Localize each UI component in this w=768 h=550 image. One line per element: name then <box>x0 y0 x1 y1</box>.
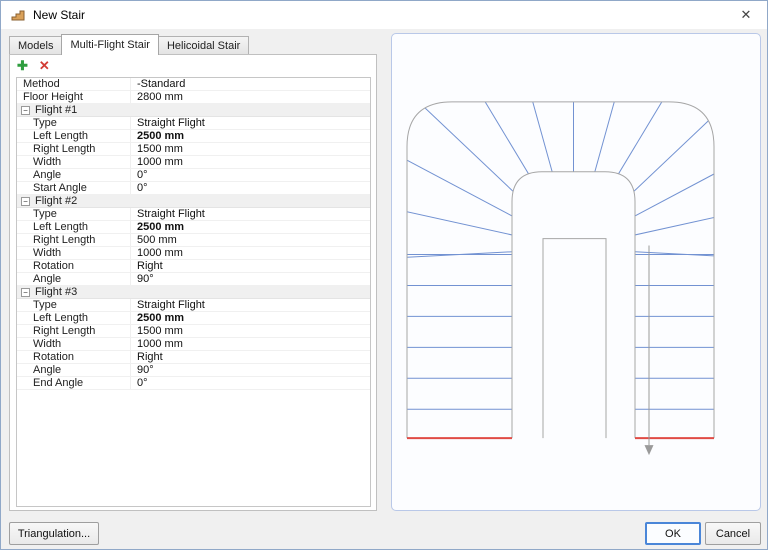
property-row[interactable]: Left Length 2500 mm <box>17 221 370 234</box>
property-value[interactable]: Straight Flight <box>131 117 370 129</box>
property-label: Left Length <box>17 221 131 233</box>
property-label: Method <box>17 78 131 90</box>
window-title: New Stair <box>33 8 86 22</box>
property-label: Type <box>17 117 131 129</box>
property-row[interactable]: Type Straight Flight <box>17 117 370 130</box>
tab-multi-flight-stair[interactable]: Multi-Flight Stair <box>61 34 159 55</box>
collapse-icon[interactable]: − <box>21 287 30 297</box>
triangulation-button[interactable]: Triangulation... <box>9 522 99 545</box>
cancel-button[interactable]: Cancel <box>705 522 761 545</box>
property-row[interactable]: End Angle 0° <box>17 377 370 390</box>
tab-strip: Models Multi-Flight Stair Helicoidal Sta… <box>9 33 250 55</box>
property-label: Angle <box>17 273 131 285</box>
property-value[interactable]: 90° <box>131 273 370 285</box>
group-label: Flight #3 <box>35 286 78 298</box>
property-value[interactable]: -Standard <box>131 78 370 90</box>
walk-direction-arrow <box>644 245 654 456</box>
new-stair-dialog: New Stair ✕ Models Multi-Flight Stair He… <box>0 0 768 550</box>
property-row[interactable]: Rotation Right <box>17 260 370 273</box>
property-grid: Method -Standard Floor Height 2800 mm − Fligh… <box>16 77 371 507</box>
property-row[interactable]: Start Angle 0° <box>17 182 370 195</box>
group-row-flight-1[interactable]: − Flight #1 <box>17 104 370 117</box>
property-row[interactable]: Rotation Right <box>17 351 370 364</box>
property-value[interactable]: 90° <box>131 364 370 376</box>
property-row[interactable]: Right Length 1500 mm <box>17 143 370 156</box>
property-label: Right Length <box>17 143 131 155</box>
property-value[interactable]: Straight Flight <box>131 299 370 311</box>
property-value[interactable]: 0° <box>131 169 370 181</box>
property-row[interactable]: Left Length 2500 mm <box>17 130 370 143</box>
property-label: Width <box>17 247 131 259</box>
stair-plan-drawing <box>406 101 715 456</box>
property-label: Type <box>17 208 131 220</box>
property-row[interactable]: Width 1000 mm <box>17 247 370 260</box>
property-value[interactable]: 1000 mm <box>131 247 370 259</box>
group-label: Flight #1 <box>35 104 78 116</box>
collapse-icon[interactable]: − <box>21 105 30 115</box>
grid-toolbar: ✚ ✕ <box>17 58 50 73</box>
delete-flight-icon[interactable]: ✕ <box>39 58 50 73</box>
property-row[interactable]: Width 1000 mm <box>17 338 370 351</box>
add-flight-icon[interactable]: ✚ <box>17 58 28 73</box>
property-label: Floor Height <box>17 91 131 103</box>
property-value[interactable]: Right <box>131 260 370 272</box>
property-value[interactable]: 2500 mm <box>131 312 370 324</box>
property-label: Width <box>17 338 131 350</box>
property-value[interactable]: 1500 mm <box>131 325 370 337</box>
property-row[interactable]: Type Straight Flight <box>17 299 370 312</box>
tab-helicoidal-stair[interactable]: Helicoidal Stair <box>157 36 250 54</box>
property-label: Rotation <box>17 260 131 272</box>
property-label: End Angle <box>17 377 131 389</box>
property-label: Width <box>17 156 131 168</box>
stair-well-mask <box>512 171 635 439</box>
property-value[interactable]: 2800 mm <box>131 91 370 103</box>
tab-models[interactable]: Models <box>9 36 63 54</box>
property-label: Angle <box>17 169 131 181</box>
group-row-flight-3[interactable]: − Flight #3 <box>17 286 370 299</box>
property-row[interactable]: Right Length 500 mm <box>17 234 370 247</box>
property-label: Right Length <box>17 234 131 246</box>
property-row[interactable]: Left Length 2500 mm <box>17 312 370 325</box>
property-row[interactable]: Floor Height 2800 mm <box>17 91 370 104</box>
property-label: Start Angle <box>17 182 131 194</box>
property-value[interactable]: 1000 mm <box>131 156 370 168</box>
property-label: Type <box>17 299 131 311</box>
group-label: Flight #2 <box>35 195 78 207</box>
property-row[interactable]: Angle 90° <box>17 273 370 286</box>
property-row[interactable]: Right Length 1500 mm <box>17 325 370 338</box>
property-row[interactable]: Method -Standard <box>17 78 370 91</box>
property-label: Angle <box>17 364 131 376</box>
property-value[interactable]: 1500 mm <box>131 143 370 155</box>
property-row[interactable]: Width 1000 mm <box>17 156 370 169</box>
title-bar: New Stair ✕ <box>1 1 767 29</box>
multi-flight-tab-page: ✚ ✕ Method -Standard Floor Height 2800 mm − F… <box>9 54 377 511</box>
property-row[interactable]: Angle 0° <box>17 169 370 182</box>
stair-app-icon <box>10 7 26 23</box>
property-row[interactable]: Type Straight Flight <box>17 208 370 221</box>
group-row-flight-2[interactable]: − Flight #2 <box>17 195 370 208</box>
property-label: Left Length <box>17 312 131 324</box>
property-value[interactable]: 0° <box>131 377 370 389</box>
property-label: Left Length <box>17 130 131 142</box>
property-label: Right Length <box>17 325 131 337</box>
stair-preview-panel <box>391 33 761 511</box>
collapse-icon[interactable]: − <box>21 196 30 206</box>
property-value[interactable]: 2500 mm <box>131 130 370 142</box>
property-value[interactable]: 2500 mm <box>131 221 370 233</box>
ok-button[interactable]: OK <box>645 522 701 545</box>
property-value[interactable]: 0° <box>131 182 370 194</box>
property-label: Rotation <box>17 351 131 363</box>
property-value[interactable]: 1000 mm <box>131 338 370 350</box>
property-value[interactable]: 500 mm <box>131 234 370 246</box>
close-button[interactable]: ✕ <box>725 1 767 29</box>
property-value[interactable]: Straight Flight <box>131 208 370 220</box>
property-row[interactable]: Angle 90° <box>17 364 370 377</box>
property-value[interactable]: Right <box>131 351 370 363</box>
